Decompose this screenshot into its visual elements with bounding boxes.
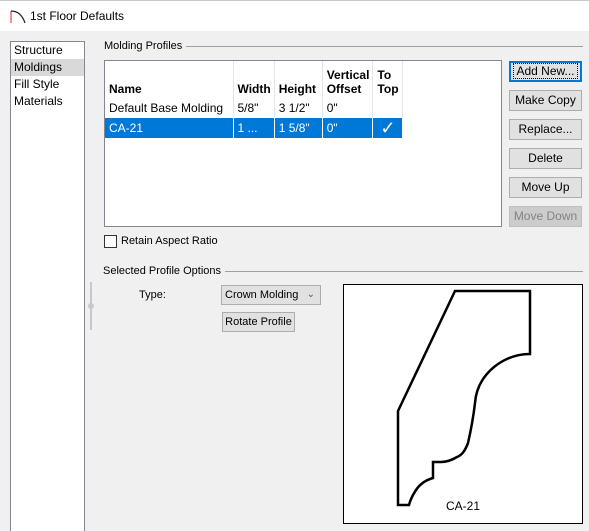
cell-to-top[interactable] [372,98,403,118]
type-label: Type: [139,289,166,301]
profile-preview: CA-21 [343,284,583,524]
category-list[interactable]: Structure Moldings Fill Style Materials [10,41,85,531]
molding-profiles-list[interactable]: Name Width Height Vertical Offset To Top D… [104,60,502,227]
cell-height: 3 1/2" [274,98,323,118]
sidebar-item-moldings[interactable]: Moldings [11,59,84,76]
checkmark-icon[interactable]: ✓ [372,118,403,138]
cell-vertical-offset: 0" [322,118,374,138]
splitter-grip[interactable] [88,303,94,309]
rotate-profile-button[interactable]: Rotate Profile [222,312,295,332]
add-new-button[interactable]: Add New... [509,61,582,82]
table-row[interactable]: Default Base Molding 5/8" 3 1/2" 0" [105,98,403,118]
column-header-height[interactable]: Height [274,61,323,98]
column-header-to-top[interactable]: To Top [372,61,403,98]
cell-width: 5/8" [233,98,275,118]
sidebar-item-materials[interactable]: Materials [11,93,84,110]
move-up-button[interactable]: Move Up [509,177,582,198]
title-bar: 1st Floor Defaults [0,0,589,31]
selected-profile-options-label: Selected Profile Options [103,265,226,277]
molding-profile-shape [396,289,532,507]
type-select-value: Crown Molding [225,289,299,301]
retain-aspect-ratio-label[interactable]: Retain Aspect Ratio [121,235,218,247]
delete-button[interactable]: Delete [509,148,582,169]
column-header-name[interactable]: Name [105,61,234,98]
retain-aspect-ratio-checkbox[interactable] [104,235,117,248]
cell-vertical-offset: 0" [322,98,374,118]
cell-name: CA-21 [105,118,234,138]
replace-button[interactable]: Replace... [509,119,582,140]
move-down-button: Move Down [509,206,582,227]
type-select[interactable]: Crown Molding ⌄ [221,285,321,305]
arc-icon [10,10,26,24]
molding-profiles-label: Molding Profiles [104,40,187,52]
table-row[interactable]: CA-21 1 ... 1 5/8" 0" ✓ [105,118,403,138]
table-header: Name Width Height Vertical Offset To Top [105,61,403,98]
cell-name: Default Base Molding [105,98,234,118]
chevron-down-icon: ⌄ [306,289,315,300]
preview-caption: CA-21 [445,499,480,513]
cell-width: 1 ... [233,118,275,138]
sidebar-item-structure[interactable]: Structure [11,42,84,59]
sidebar-item-fill-style[interactable]: Fill Style [11,76,84,93]
make-copy-button[interactable]: Make Copy [509,90,582,111]
cell-height: 1 5/8" [274,118,323,138]
column-header-vertical-offset[interactable]: Vertical Offset [322,61,374,98]
column-header-width[interactable]: Width [233,61,275,98]
window-title: 1st Floor Defaults [30,9,125,23]
